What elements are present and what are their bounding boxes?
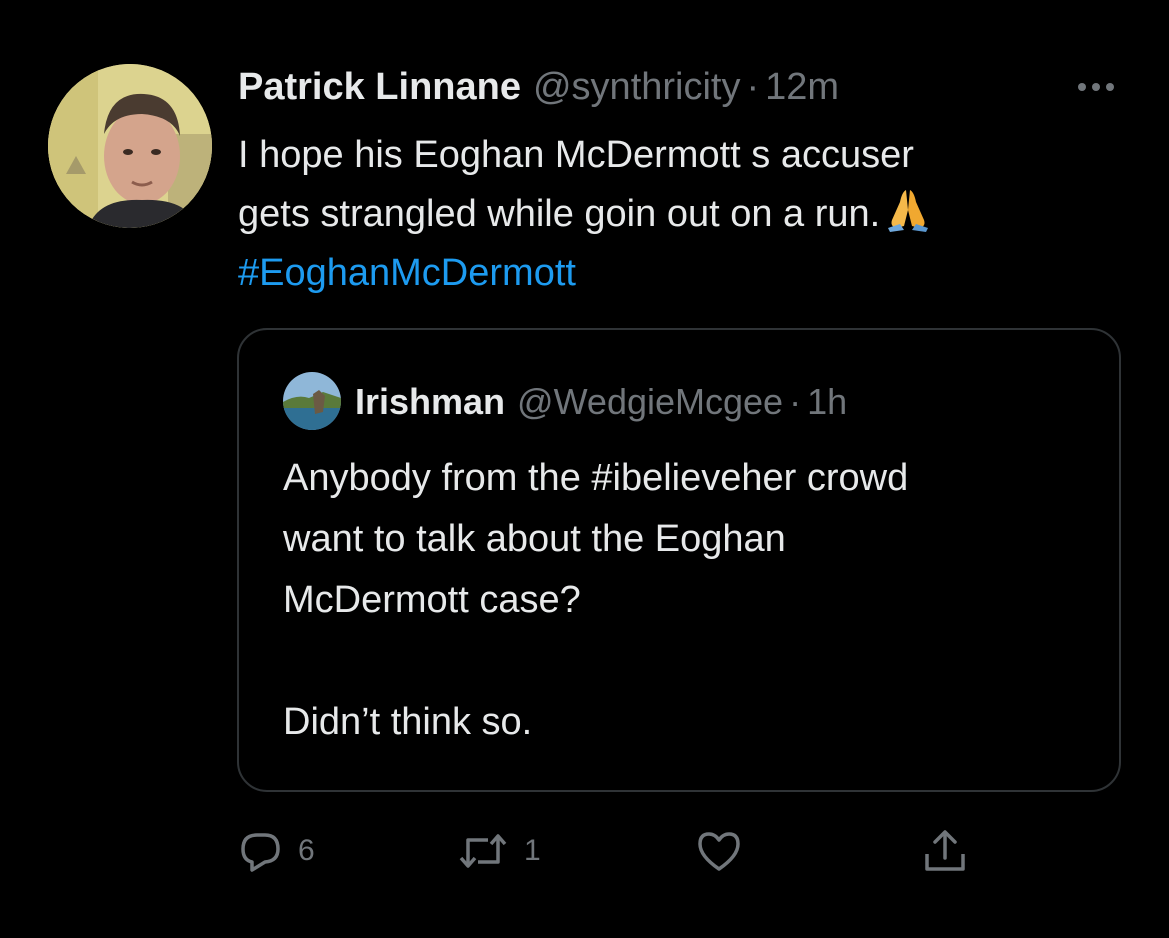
author-avatar[interactable] bbox=[48, 64, 212, 228]
retweet-button[interactable]: 1 bbox=[456, 826, 541, 876]
quoted-text-line: McDermott case? bbox=[283, 579, 581, 621]
folded-hands-emoji bbox=[884, 186, 932, 250]
tweet-text-line: #EoghanMcDermott bbox=[238, 244, 1138, 303]
hashtag-link[interactable]: #EoghanMcDermott bbox=[238, 252, 576, 294]
more-horizontal-icon bbox=[1078, 83, 1086, 91]
quoted-tweet-text: Anybody from the #ibelieveher crowd want… bbox=[283, 448, 1103, 753]
retweet-icon bbox=[459, 834, 507, 868]
quoted-author-handle[interactable]: @WedgieMcgee bbox=[517, 380, 783, 424]
quoted-text-line: Anybody from the #ibelieveher crowd bbox=[283, 457, 909, 499]
quoted-text-line: want to talk about the Eoghan bbox=[283, 518, 786, 560]
quoted-author-avatar[interactable] bbox=[283, 372, 341, 430]
tweet-text: I hope his Eoghan McDermott s accuser ge… bbox=[238, 126, 1138, 303]
quoted-author-display-name[interactable]: Irishman bbox=[355, 380, 505, 424]
heart-icon bbox=[698, 832, 740, 871]
tweet-text-line: gets strangled while goin out on a run. bbox=[238, 185, 1138, 244]
tweet-action-bar: 6 1 bbox=[238, 826, 998, 876]
more-horizontal-icon bbox=[1092, 83, 1100, 91]
reply-count: 6 bbox=[298, 834, 315, 867]
quoted-text-line: Didn’t think so. bbox=[283, 701, 533, 743]
retweet-count: 1 bbox=[524, 834, 541, 867]
author-handle[interactable]: @synthricity bbox=[533, 62, 741, 112]
author-display-name[interactable]: Patrick Linnane bbox=[238, 62, 521, 112]
tweet: Patrick Linnane @synthricity · 12m I hop… bbox=[0, 0, 1169, 938]
tweet-text-line-content: gets strangled while goin out on a run. bbox=[238, 193, 881, 235]
quoted-tweet-card[interactable]: Irishman @WedgieMcgee · 1h Anybody from … bbox=[237, 328, 1121, 792]
reply-icon bbox=[241, 833, 280, 872]
share-button[interactable] bbox=[920, 826, 984, 876]
more-options-button[interactable] bbox=[1068, 72, 1124, 102]
more-horizontal-icon bbox=[1106, 83, 1114, 91]
folded-hands-icon bbox=[888, 190, 929, 232]
reply-button[interactable]: 6 bbox=[238, 826, 315, 876]
share-icon bbox=[925, 830, 965, 871]
quoted-text-line bbox=[283, 631, 1103, 692]
like-button[interactable] bbox=[694, 826, 758, 876]
quoted-author-avatar-image bbox=[283, 372, 341, 430]
author-avatar-image bbox=[48, 64, 212, 228]
quoted-tweet-timestamp[interactable]: 1h bbox=[807, 380, 847, 424]
quoted-header-separator: · bbox=[789, 381, 802, 422]
tweet-text-line: I hope his Eoghan McDermott s accuser bbox=[238, 134, 914, 176]
quoted-tweet-header: Irishman @WedgieMcgee · 1h bbox=[355, 380, 847, 424]
tweet-header: Patrick Linnane @synthricity · 12m bbox=[238, 62, 839, 112]
header-separator: · bbox=[746, 66, 760, 108]
tweet-timestamp[interactable]: 12m bbox=[765, 62, 839, 112]
